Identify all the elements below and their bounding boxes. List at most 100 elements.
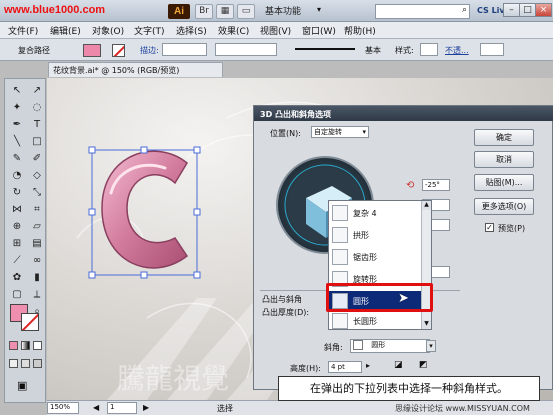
preview-checkbox[interactable]: ✓ <box>485 223 494 232</box>
close-button[interactable]: × <box>535 3 552 17</box>
selection-tool-icon[interactable]: ↖ <box>10 84 24 98</box>
draw-inside-icon[interactable] <box>33 359 42 368</box>
symbol-sprayer-tool-icon[interactable]: ✿ <box>10 271 24 285</box>
scroll-up-icon[interactable]: ▲ <box>422 201 431 210</box>
gradient-mode-icon[interactable] <box>21 341 30 350</box>
list-item[interactable]: 长圆形 <box>329 311 421 331</box>
artboard-tool-icon[interactable]: ▢ <box>10 288 24 302</box>
color-mode-icon[interactable] <box>9 341 18 350</box>
magic-wand-tool-icon[interactable]: ✦ <box>10 101 24 115</box>
mesh-tool-icon[interactable]: ⊞ <box>10 237 24 251</box>
menu-window[interactable]: 窗口(W) <box>302 24 336 37</box>
gradient-tool-icon[interactable]: ▤ <box>30 237 44 251</box>
opacity-field[interactable] <box>480 43 504 56</box>
document-tab[interactable]: 花纹背景.ai* @ 150% (RGB/预览) <box>48 62 223 77</box>
eraser-tool-icon[interactable]: ◇ <box>30 169 44 183</box>
title-bar: www.blue1000.com Ai Br ▦ ▭ 基本功能 ▾ ⌕ CS L… <box>0 0 553 22</box>
list-item[interactable]: 锯齿形 <box>329 247 421 267</box>
slice-tool-icon[interactable]: ⟂ <box>30 288 44 302</box>
highlight-annotation <box>326 283 433 312</box>
workspace-switcher[interactable]: 基本功能 <box>265 4 301 17</box>
x-axis-rotation-icon: ⟲ <box>406 180 415 191</box>
zoom-select[interactable]: 150% <box>47 402 79 414</box>
menu-select[interactable]: 选择(S) <box>176 24 207 37</box>
stroke-color-swatch[interactable] <box>112 44 125 57</box>
graph-tool-icon[interactable]: ▮ <box>30 271 44 285</box>
free-transform-tool-icon[interactable]: ⌗ <box>30 203 44 217</box>
chevron-down-icon[interactable]: ▾ <box>426 340 436 352</box>
paintbrush-tool-icon[interactable]: ✎ <box>10 152 24 166</box>
list-item[interactable]: 复杂 4 <box>329 203 421 223</box>
chevron-right-icon[interactable]: ▸ <box>366 361 370 370</box>
more-options-button[interactable]: 更多选项(O) <box>474 198 534 215</box>
next-artboard-icon[interactable]: ▶ <box>143 403 149 412</box>
preview-label: 预览(P) <box>498 224 526 233</box>
graphic-style-select[interactable] <box>420 43 438 56</box>
bevel-extent-in-icon[interactable]: ◩ <box>419 360 428 370</box>
menu-help[interactable]: 帮助(H) <box>344 24 376 37</box>
perspective-grid-tool-icon[interactable]: ▱ <box>30 220 44 234</box>
chevron-down-icon[interactable]: ▾ <box>317 5 321 14</box>
draw-behind-icon[interactable] <box>21 359 30 368</box>
bevel-select[interactable]: 圆形 <box>350 339 430 353</box>
lasso-tool-icon[interactable]: ◌ <box>30 101 44 115</box>
app-logo: Ai <box>168 4 190 19</box>
fill-color-swatch[interactable] <box>83 44 101 57</box>
direct-selection-tool-icon[interactable]: ↗ <box>30 84 44 98</box>
draw-normal-icon[interactable] <box>9 359 18 368</box>
blob-brush-tool-icon[interactable]: ◔ <box>10 169 24 183</box>
current-tool-status: 选择 <box>217 404 233 413</box>
pencil-tool-icon[interactable]: ✐ <box>30 152 44 166</box>
position-label: 位置(N): <box>270 129 301 138</box>
scroll-down-icon[interactable]: ▼ <box>422 320 431 329</box>
brush-label[interactable]: 基本 <box>365 45 381 56</box>
height-field[interactable]: 4 pt <box>328 361 362 373</box>
width-tool-icon[interactable]: ⋈ <box>10 203 24 217</box>
menu-edit[interactable]: 编辑(E) <box>50 24 81 37</box>
maximize-button[interactable]: □ <box>519 3 536 17</box>
stroke-label[interactable]: 描边: <box>140 45 159 56</box>
screen-mode-toggle-icon[interactable]: ▣ <box>17 379 27 392</box>
blend-tool-icon[interactable]: ∞ <box>30 254 44 268</box>
position-value: 自定旋转 <box>314 128 342 136</box>
search-icon: ⌕ <box>461 5 467 15</box>
menu-type[interactable]: 文字(T) <box>134 24 165 37</box>
document-tab-title: 花纹背景.ai* @ 150% (RGB/预览) <box>53 66 180 75</box>
artboard-number-select[interactable]: 1 <box>107 402 137 414</box>
pen-tool-icon[interactable]: ✒ <box>10 118 24 132</box>
ok-button[interactable]: 确定 <box>474 129 534 146</box>
menu-file[interactable]: 文件(F) <box>8 24 38 37</box>
type-tool-icon[interactable]: T <box>30 118 44 132</box>
opacity-link[interactable]: 不透... <box>445 45 469 56</box>
map-art-button[interactable]: 贴图(M)... <box>474 174 534 191</box>
stroke-weight-field[interactable] <box>162 43 207 56</box>
bevel-value: 圆形 <box>371 341 386 349</box>
variable-width-select[interactable] <box>215 43 277 56</box>
x-rotation-field[interactable]: -25° <box>422 179 450 191</box>
position-select[interactable]: 自定旋转 ▾ <box>311 126 369 138</box>
shape-builder-tool-icon[interactable]: ⊕ <box>10 220 24 234</box>
letter-c-3d-shape[interactable] <box>101 150 189 269</box>
none-mode-icon[interactable] <box>33 341 42 350</box>
menu-effect[interactable]: 效果(C) <box>218 24 249 37</box>
eyedropper-tool-icon[interactable]: ⟋ <box>10 254 24 268</box>
mouse-cursor-icon: ➤ <box>398 291 409 306</box>
rectangle-tool-icon[interactable]: □ <box>30 135 44 149</box>
rotate-tool-icon[interactable]: ↻ <box>10 186 24 200</box>
list-item[interactable]: 拱形 <box>329 225 421 245</box>
brush-stroke-preview <box>295 48 355 50</box>
menu-view[interactable]: 视图(V) <box>260 24 291 37</box>
scale-tool-icon[interactable]: ⤡ <box>30 186 44 200</box>
menu-object[interactable]: 对象(O) <box>92 24 124 37</box>
line-tool-icon[interactable]: ╲ <box>10 135 24 149</box>
minimize-button[interactable]: – <box>503 3 520 17</box>
previous-artboard-icon[interactable]: ◀ <box>93 403 99 412</box>
stroke-swatch[interactable] <box>21 313 39 331</box>
extrude-depth-label: 凸出厚度(D): <box>262 308 310 317</box>
bridge-icon[interactable]: Br <box>195 4 213 19</box>
search-input[interactable]: ⌕ <box>375 4 470 19</box>
bevel-extent-out-icon[interactable]: ◪ <box>394 360 403 370</box>
screen-mode-icon[interactable]: ▭ <box>237 4 255 19</box>
cancel-button[interactable]: 取消 <box>474 151 534 168</box>
arrange-documents-icon[interactable]: ▦ <box>216 4 234 19</box>
